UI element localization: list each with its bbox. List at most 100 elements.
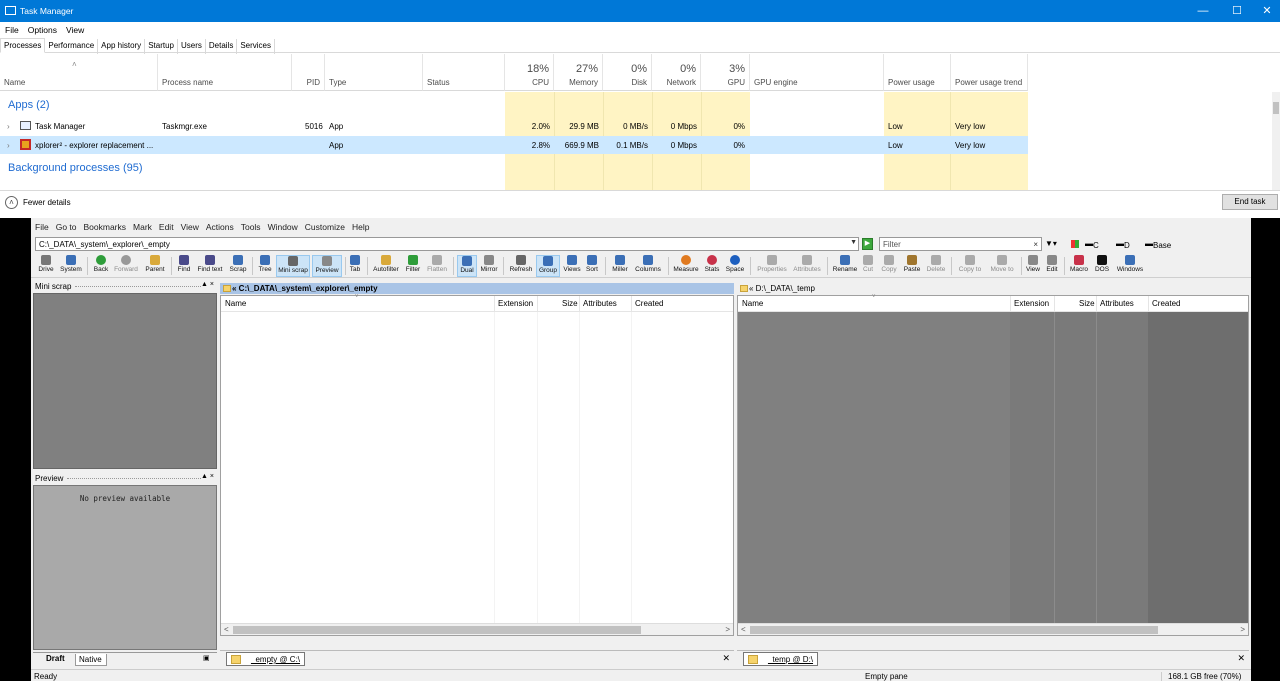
drive-c-button[interactable]: ▬ C — [1085, 239, 1099, 250]
column-header-pid[interactable]: PID — [292, 54, 325, 91]
process-row-xplorer[interactable]: › xplorer² - explorer replacement ... Ap… — [0, 136, 1028, 154]
end-task-button[interactable]: End task — [1222, 194, 1278, 210]
space-button[interactable]: Space — [724, 255, 746, 277]
horizontal-scrollbar[interactable]: < > — [221, 623, 733, 635]
measure-button[interactable]: Measure — [672, 255, 700, 277]
menu-customize[interactable]: Customize — [301, 220, 348, 232]
close-tab-icon[interactable]: ✕ — [722, 653, 730, 664]
parent-button[interactable]: Parent — [143, 255, 167, 277]
col-name[interactable]: Name — [742, 299, 763, 308]
column-header-name[interactable]: ˄ Name — [0, 54, 158, 91]
properties-button[interactable]: Properties — [754, 255, 790, 277]
left-pane-tab[interactable]: _empty @ C:\ — [226, 652, 306, 666]
filter-input[interactable]: Filter × — [879, 237, 1042, 251]
minimize-button[interactable]: — — [1186, 0, 1220, 22]
right-file-list[interactable]: Name ˅ Extension Size Attributes Created… — [737, 294, 1249, 636]
expand-chevron-icon[interactable]: › — [7, 141, 10, 150]
tab-users[interactable]: Users — [178, 39, 206, 54]
scroll-left-icon[interactable]: < — [224, 625, 229, 634]
right-pane-tab[interactable]: _temp @ D:\ — [743, 652, 819, 666]
scrap-button[interactable]: Scrap — [228, 255, 248, 277]
find-text-button[interactable]: Find text — [196, 255, 224, 277]
column-header-power-trend[interactable]: Power usage trend — [951, 54, 1028, 91]
delete-button[interactable]: Delete — [925, 255, 947, 277]
scrap-menu-icon[interactable]: ▣ — [203, 654, 210, 662]
column-header-status[interactable]: Status — [423, 54, 505, 91]
tree-button[interactable]: Tree — [256, 255, 274, 277]
menu-file[interactable]: File — [0, 22, 23, 35]
column-header-disk[interactable]: 0% Disk — [603, 54, 652, 91]
scrollbar-thumb[interactable] — [1273, 102, 1279, 114]
scrollbar-thumb[interactable] — [233, 626, 641, 634]
copy-button[interactable]: Copy — [879, 255, 899, 277]
menu-window[interactable]: Window — [264, 220, 301, 232]
macro-button[interactable]: Macro — [1068, 255, 1090, 277]
process-row-task-manager[interactable]: › Task Manager Taskmgr.exe 5016 App 2.0%… — [0, 117, 1028, 135]
col-attributes[interactable]: Attributes — [583, 299, 617, 308]
col-extension[interactable]: Extension — [498, 299, 533, 308]
dos-button[interactable]: DOS — [1093, 255, 1111, 277]
horizontal-scrollbar[interactable]: < > — [738, 623, 1248, 635]
stats-button[interactable]: Stats — [703, 255, 721, 277]
system-button[interactable]: System — [59, 255, 83, 277]
views-button[interactable]: Views — [563, 255, 581, 277]
col-size[interactable]: Size — [1079, 299, 1095, 308]
vertical-scrollbar[interactable] — [1272, 92, 1280, 190]
menu-mark[interactable]: Mark — [129, 220, 155, 232]
move-to-button[interactable]: Move to — [987, 255, 1017, 277]
tab-startup[interactable]: Startup — [145, 39, 178, 54]
funnel-icon[interactable]: ▼▾ — [1045, 239, 1057, 248]
tab-details[interactable]: Details — [206, 39, 238, 54]
tab-processes[interactable]: Processes — [0, 38, 46, 53]
base-button[interactable]: ▬ Base — [1145, 239, 1171, 250]
preview-button[interactable]: Preview — [312, 255, 342, 277]
column-header-network[interactable]: 0% Network — [652, 54, 701, 91]
forward-button[interactable]: Forward — [113, 255, 139, 277]
column-header-gpu[interactable]: 3% GPU — [701, 54, 750, 91]
scroll-right-icon[interactable]: > — [725, 625, 730, 634]
tab-app-history[interactable]: App history — [98, 39, 146, 54]
pin-close-icon[interactable]: ▲ × — [201, 281, 214, 288]
menu-bookmarks[interactable]: Bookmarks — [80, 220, 130, 232]
columns-button[interactable]: Columns — [633, 255, 663, 277]
menu-tools[interactable]: Tools — [237, 220, 264, 232]
dual-button[interactable]: Dual — [457, 255, 477, 277]
mini-scrap-button[interactable]: Mini scrap — [276, 255, 310, 277]
group-background[interactable]: Background processes (95) — [8, 162, 143, 174]
scroll-left-icon[interactable]: < — [741, 625, 746, 634]
address-bar[interactable]: C:\_DATA\_system\_explorer\_empty ▼ — [35, 237, 859, 251]
tab-services[interactable]: Services — [237, 39, 276, 54]
column-header-power-usage[interactable]: Power usage — [884, 54, 951, 91]
miller-button[interactable]: Miller — [610, 255, 630, 277]
tab-button[interactable]: Tab — [348, 255, 362, 277]
group-apps[interactable]: Apps (2) — [8, 99, 50, 111]
cut-button[interactable]: Cut — [861, 255, 875, 277]
column-header-memory[interactable]: 27% Memory — [554, 54, 603, 91]
copy-to-button[interactable]: Copy to — [955, 255, 985, 277]
sort-button[interactable]: Sort — [584, 255, 600, 277]
clear-filter-icon[interactable]: × — [1033, 240, 1038, 249]
left-pane-path[interactable]: « C:\_DATA\_system\_explorer\_empty — [220, 283, 734, 294]
drive-d-button[interactable]: ▬ D — [1116, 239, 1130, 250]
menu-goto[interactable]: Go to — [52, 220, 80, 232]
rename-button[interactable]: Rename — [831, 255, 859, 277]
expand-chevron-icon[interactable]: › — [7, 122, 10, 131]
go-button[interactable]: ▶ — [862, 238, 873, 250]
pin-close-icon[interactable]: ▲ × — [201, 473, 214, 480]
back-button[interactable]: Back — [91, 255, 111, 277]
view-button[interactable]: View — [1025, 255, 1041, 277]
col-attributes[interactable]: Attributes — [1100, 299, 1134, 308]
col-extension[interactable]: Extension — [1014, 299, 1049, 308]
close-tab-icon[interactable]: ✕ — [1237, 653, 1245, 664]
menu-edit[interactable]: Edit — [155, 220, 177, 232]
chevron-down-icon[interactable]: ▼ — [850, 239, 857, 246]
menu-view[interactable]: View — [61, 22, 88, 35]
column-header-process-name[interactable]: Process name — [158, 54, 292, 91]
col-created[interactable]: Created — [1152, 299, 1180, 308]
attributes-button[interactable]: Attributes — [791, 255, 823, 277]
col-size[interactable]: Size — [562, 299, 578, 308]
filter-button[interactable]: Filter — [404, 255, 422, 277]
column-header-gpu-engine[interactable]: GPU engine — [750, 54, 884, 91]
menu-actions[interactable]: Actions — [202, 220, 237, 232]
tab-draft[interactable]: Draft — [46, 654, 65, 663]
